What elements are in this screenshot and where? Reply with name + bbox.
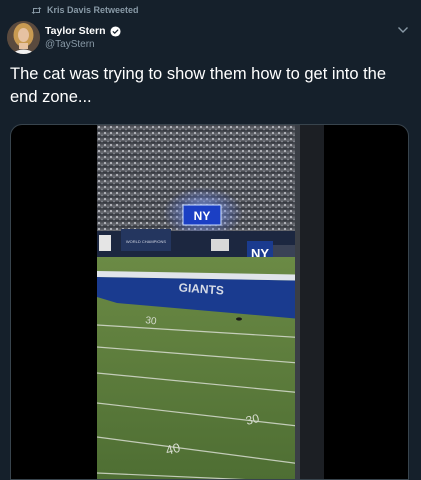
banner-text: WORLD CHAMPIONS (126, 239, 167, 244)
author-handle[interactable]: @TayStern (45, 38, 121, 51)
avatar[interactable] (7, 21, 40, 54)
tweet-text: The cat was trying to show them how to g… (10, 65, 387, 106)
video-frame[interactable]: NY WORLD CHAMPIONS NY GIANTS 30 40 30 (97, 125, 324, 480)
retweet-context: Kris Davis Retweeted (31, 5, 139, 15)
chevron-down-icon[interactable] (397, 25, 409, 35)
tweet-card[interactable]: Kris Davis Retweeted Taylor Stern @TaySt… (0, 0, 421, 480)
foreground-post (296, 125, 324, 479)
cat (236, 317, 242, 321)
yard-marker: 30 (145, 315, 158, 328)
verified-badge-icon (109, 26, 121, 37)
scoreboard-logo: NY (194, 209, 211, 223)
retweet-icon (31, 6, 42, 14)
avatar-photo (7, 21, 40, 54)
retweet-label: Kris Davis Retweeted (47, 5, 139, 15)
author-name[interactable]: Taylor Stern (45, 25, 106, 38)
tweet-video[interactable]: NY WORLD CHAMPIONS NY GIANTS 30 40 30 (10, 124, 409, 480)
author-block[interactable]: Taylor Stern @TayStern (45, 25, 121, 51)
